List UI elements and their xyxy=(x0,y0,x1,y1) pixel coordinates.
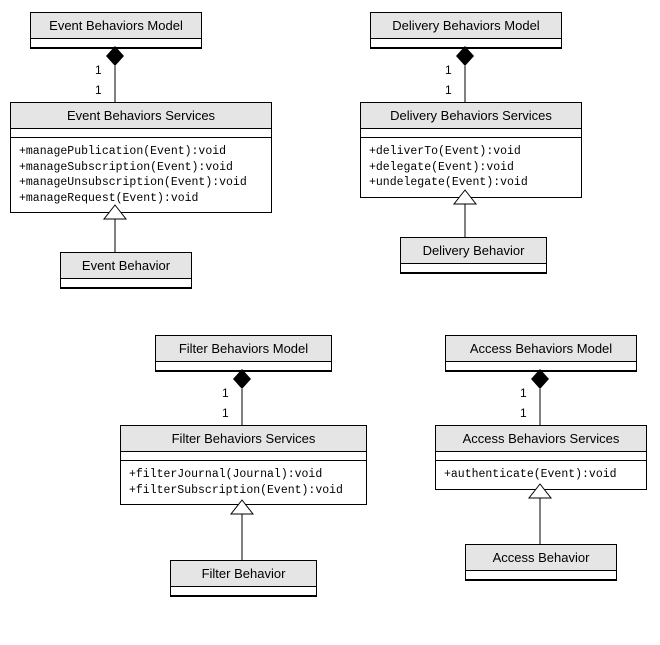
class-title: Access Behaviors Model xyxy=(446,336,636,362)
class-filter-behavior: Filter Behavior xyxy=(170,560,317,597)
class-title: Access Behaviors Services xyxy=(436,426,646,452)
class-attributes-empty xyxy=(61,279,191,288)
generalization-connector xyxy=(450,190,480,238)
class-title: Filter Behavior xyxy=(171,561,316,587)
class-title: Event Behaviors Model xyxy=(31,13,201,39)
class-filter-behaviors-model: Filter Behaviors Model xyxy=(155,335,332,372)
class-delivery-behaviors-services: Delivery Behaviors Services +deliverTo(E… xyxy=(360,102,582,198)
multiplicity: 1 xyxy=(520,406,527,420)
class-operations: +filterJournal(Journal):void +filterSubs… xyxy=(121,461,366,504)
multiplicity: 1 xyxy=(445,63,452,77)
class-title: Filter Behaviors Model xyxy=(156,336,331,362)
class-title: Delivery Behaviors Model xyxy=(371,13,561,39)
uml-diagram: Event Behaviors Model 1 1 Event Behavior… xyxy=(0,0,660,645)
multiplicity: 1 xyxy=(520,386,527,400)
multiplicity: 1 xyxy=(95,63,102,77)
generalization-connector xyxy=(100,205,130,253)
multiplicity: 1 xyxy=(222,406,229,420)
class-access-behaviors-services: Access Behaviors Services +authenticate(… xyxy=(435,425,647,490)
class-delivery-behavior: Delivery Behavior xyxy=(400,237,547,274)
class-title: Access Behavior xyxy=(466,545,616,571)
class-operations: +deliverTo(Event):void +delegate(Event):… xyxy=(361,138,581,197)
multiplicity: 1 xyxy=(222,386,229,400)
composition-connector xyxy=(100,46,130,102)
class-operations: +managePublication(Event):void +manageSu… xyxy=(11,138,271,212)
multiplicity: 1 xyxy=(445,83,452,97)
class-delivery-behaviors-model: Delivery Behaviors Model xyxy=(370,12,562,49)
class-attributes-empty xyxy=(11,129,271,138)
class-attributes-empty xyxy=(466,571,616,580)
class-title: Event Behaviors Services xyxy=(11,103,271,129)
class-attributes-empty xyxy=(361,129,581,138)
class-attributes-empty xyxy=(436,452,646,461)
class-attributes-empty xyxy=(171,587,316,596)
class-event-behaviors-model: Event Behaviors Model xyxy=(30,12,202,49)
class-event-behaviors-services: Event Behaviors Services +managePublicat… xyxy=(10,102,272,213)
class-title: Event Behavior xyxy=(61,253,191,279)
class-access-behavior: Access Behavior xyxy=(465,544,617,581)
class-title: Delivery Behavior xyxy=(401,238,546,264)
class-title: Delivery Behaviors Services xyxy=(361,103,581,129)
composition-connector xyxy=(227,369,257,425)
composition-connector xyxy=(450,46,480,102)
generalization-connector xyxy=(227,500,257,560)
generalization-connector xyxy=(525,484,555,544)
class-title: Filter Behaviors Services xyxy=(121,426,366,452)
composition-connector xyxy=(525,369,555,425)
class-access-behaviors-model: Access Behaviors Model xyxy=(445,335,637,372)
class-attributes-empty xyxy=(121,452,366,461)
class-event-behavior: Event Behavior xyxy=(60,252,192,289)
class-filter-behaviors-services: Filter Behaviors Services +filterJournal… xyxy=(120,425,367,505)
multiplicity: 1 xyxy=(95,83,102,97)
class-attributes-empty xyxy=(401,264,546,273)
